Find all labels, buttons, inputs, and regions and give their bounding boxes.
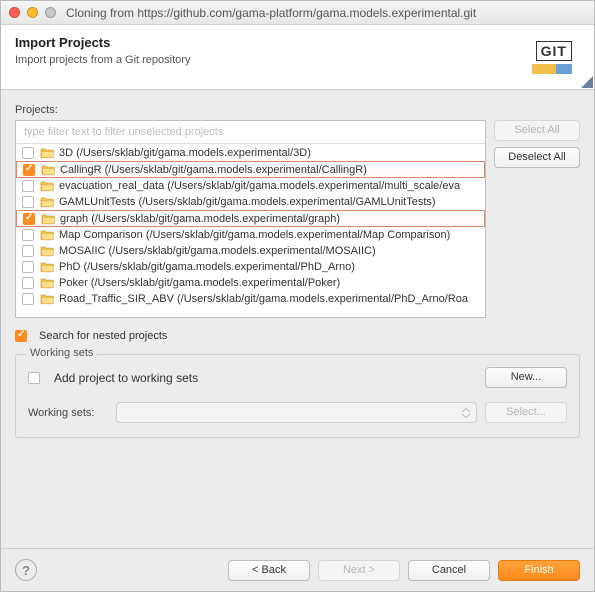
search-nested-checkbox[interactable] [15,330,27,342]
project-row[interactable]: evacuation_real_data (/Users/sklab/git/g… [16,178,485,194]
project-checkbox[interactable] [23,213,35,225]
folder-icon [40,245,59,257]
project-checkbox[interactable] [22,147,34,159]
page-subtitle: Import projects from a Git repository [15,54,524,66]
select-all-button[interactable]: Select All [494,120,580,141]
folder-icon [40,147,59,159]
page-title: Import Projects [15,35,524,50]
minimize-window-button[interactable] [27,7,38,18]
dialog-header: Import Projects Import projects from a G… [1,25,594,90]
project-checkbox[interactable] [22,245,34,257]
titlebar: Cloning from https://github.com/gama-pla… [1,1,594,25]
project-row[interactable]: graph (/Users/sklab/git/gama.models.expe… [16,210,485,227]
project-label: CallingR (/Users/sklab/git/gama.models.e… [60,164,367,176]
folder-icon [40,229,59,241]
deselect-all-button[interactable]: Deselect All [494,147,580,168]
git-icon: GIT [524,35,580,79]
projects-tree[interactable]: 3D (/Users/sklab/git/gama.models.experim… [16,144,485,317]
add-to-working-sets-checkbox[interactable] [28,372,40,384]
folder-icon [41,164,60,176]
project-label: graph (/Users/sklab/git/gama.models.expe… [60,213,340,225]
project-checkbox[interactable] [22,196,34,208]
cancel-button[interactable]: Cancel [408,560,490,581]
project-row[interactable]: Map Comparison (/Users/sklab/git/gama.mo… [16,227,485,243]
project-checkbox[interactable] [22,293,34,305]
folder-icon [40,261,59,273]
working-sets-combo[interactable] [116,402,477,423]
finish-button[interactable]: Finish [498,560,580,581]
folder-icon [40,180,59,192]
project-label: MOSAIIC (/Users/sklab/git/gama.models.ex… [59,245,376,257]
project-label: 3D (/Users/sklab/git/gama.models.experim… [59,147,311,159]
zoom-window-button[interactable] [45,7,56,18]
help-button[interactable]: ? [15,559,37,581]
close-window-button[interactable] [9,7,20,18]
next-button[interactable]: Next > [318,560,400,581]
project-checkbox[interactable] [22,261,34,273]
project-checkbox[interactable] [22,277,34,289]
dialog-content: Projects: 3D (/Users/sklab/git/gama.mode… [1,90,594,548]
projects-list: 3D (/Users/sklab/git/gama.models.experim… [15,120,486,318]
project-label: PhD (/Users/sklab/git/gama.models.experi… [59,261,355,273]
project-label: evacuation_real_data (/Users/sklab/git/g… [59,180,460,192]
project-row[interactable]: 3D (/Users/sklab/git/gama.models.experim… [16,145,485,161]
folder-icon [41,213,60,225]
window-controls [9,7,56,18]
project-row[interactable]: Poker (/Users/sklab/git/gama.models.expe… [16,275,485,291]
project-row[interactable]: GAMLUnitTests (/Users/sklab/git/gama.mod… [16,194,485,210]
search-nested-label: Search for nested projects [39,330,167,342]
project-label: Map Comparison (/Users/sklab/git/gama.mo… [59,229,450,241]
working-sets-combo-label: Working sets: [28,407,108,419]
back-button[interactable]: < Back [228,560,310,581]
dialog-window: Cloning from https://github.com/gama-pla… [0,0,595,592]
folder-icon [40,196,59,208]
add-to-working-sets-label: Add project to working sets [54,371,198,385]
folder-icon [40,293,59,305]
window-title: Cloning from https://github.com/gama-pla… [66,6,586,20]
project-label: Road_Traffic_SIR_ABV (/Users/sklab/git/g… [59,293,468,305]
project-row[interactable]: MOSAIIC (/Users/sklab/git/gama.models.ex… [16,243,485,259]
working-sets-legend: Working sets [26,347,97,359]
project-label: GAMLUnitTests (/Users/sklab/git/gama.mod… [59,196,436,208]
project-row[interactable]: PhD (/Users/sklab/git/gama.models.experi… [16,259,485,275]
project-row[interactable]: Road_Traffic_SIR_ABV (/Users/sklab/git/g… [16,291,485,307]
folder-icon [40,277,59,289]
projects-label: Projects: [15,104,580,116]
project-label: Poker (/Users/sklab/git/gama.models.expe… [59,277,340,289]
filter-input[interactable] [16,121,485,144]
project-checkbox[interactable] [22,180,34,192]
working-sets-group: Working sets Add project to working sets… [15,354,580,438]
select-working-set-button[interactable]: Select... [485,402,567,423]
new-working-set-button[interactable]: New... [485,367,567,388]
project-row[interactable]: CallingR (/Users/sklab/git/gama.models.e… [16,161,485,178]
project-checkbox[interactable] [22,229,34,241]
project-checkbox[interactable] [23,164,35,176]
dialog-footer: ? < Back Next > Cancel Finish [1,548,594,591]
